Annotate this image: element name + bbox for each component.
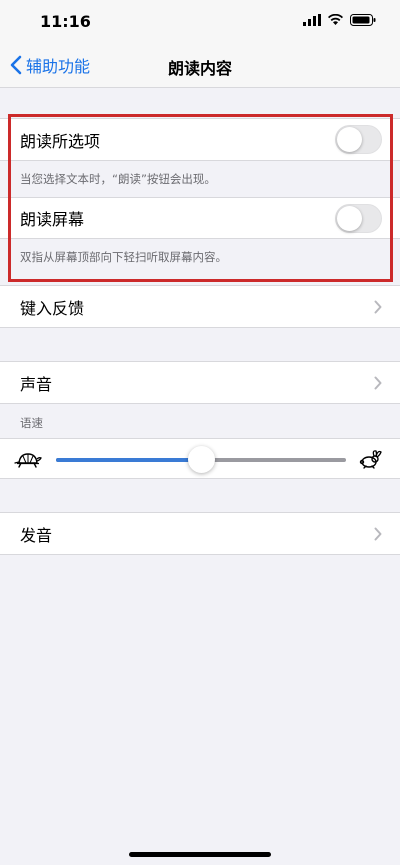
typing-feedback-label: 键入反馈 — [20, 298, 85, 318]
turtle-icon — [14, 453, 42, 468]
speak-selection-footer: 当您选择文本时，“朗读”按钮会出现。 — [0, 160, 400, 197]
speak-selection-row: 朗读所选项 — [0, 119, 400, 160]
chevron-right-icon — [374, 527, 382, 540]
navigation-bar: 辅助功能 朗读内容 — [0, 44, 400, 88]
rabbit-icon — [359, 450, 382, 469]
speaking-rate-section-label: 语速 — [20, 416, 43, 430]
speaking-rate-slider[interactable] — [56, 446, 346, 473]
pronunciations-row[interactable]: 发音 — [0, 513, 400, 554]
cellular-signal-icon — [303, 14, 321, 26]
status-bar: 11:16 — [0, 0, 400, 44]
toggle-knob — [337, 205, 362, 231]
chevron-right-icon — [374, 376, 382, 389]
speaking-rate-slider-row — [0, 438, 400, 479]
status-icons — [303, 14, 376, 26]
speak-selection-toggle[interactable] — [335, 125, 382, 154]
speak-screen-toggle[interactable] — [335, 203, 382, 233]
speaking-rate-fill — [56, 458, 201, 462]
typing-feedback-row[interactable]: 键入反馈 — [0, 286, 400, 327]
wifi-icon — [328, 14, 343, 25]
pronunciations-label: 发音 — [20, 525, 53, 545]
chevron-right-icon — [374, 300, 382, 313]
status-time: 11:16 — [40, 12, 91, 31]
speak-group: 朗读所选项 当您选择文本时，“朗读”按钮会出现。 朗读屏幕 双指从屏幕顶部向下轻… — [0, 118, 400, 275]
voices-label: 声音 — [20, 374, 53, 394]
typing-feedback-group: 键入反馈 — [0, 285, 400, 328]
home-indicator[interactable] — [129, 852, 271, 857]
voices-group: 声音 — [0, 361, 400, 404]
speak-screen-row: 朗读屏幕 — [0, 197, 400, 238]
speak-screen-label: 朗读屏幕 — [20, 210, 85, 229]
speak-screen-footer: 双指从屏幕顶部向下轻扫听取屏幕内容。 — [0, 238, 400, 275]
pronunciations-group: 发音 — [0, 512, 400, 555]
toggle-knob — [337, 127, 362, 152]
battery-icon — [350, 14, 376, 26]
voices-row[interactable]: 声音 — [0, 362, 400, 403]
page-title: 朗读内容 — [167, 59, 232, 78]
speaking-rate-header: 语速 — [0, 404, 400, 438]
speak-selection-label: 朗读所选项 — [20, 131, 101, 151]
speaking-rate-thumb[interactable] — [188, 446, 215, 473]
